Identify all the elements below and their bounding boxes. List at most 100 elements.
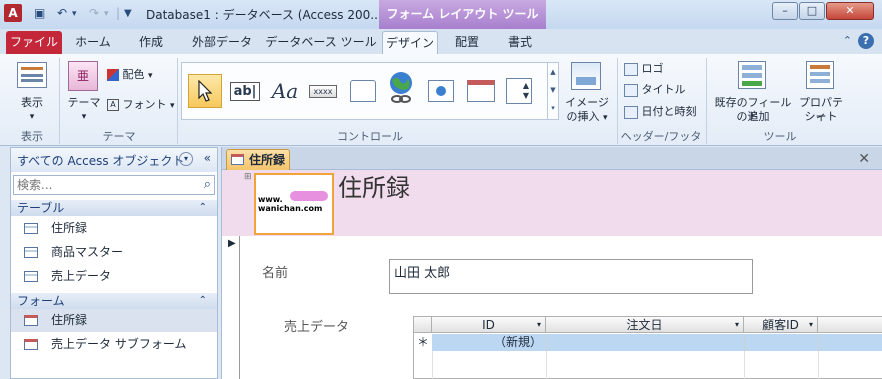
tab-create[interactable]: 作成 (124, 31, 178, 54)
tab-home[interactable]: ホーム (66, 31, 120, 54)
select-pointer-icon[interactable] (188, 74, 222, 108)
navigation-frame (467, 80, 495, 102)
view-button[interactable]: 表示 (12, 96, 52, 110)
gallery-more-icon[interactable]: ▾ (548, 99, 558, 117)
access-app-icon[interactable]: A (4, 4, 22, 22)
nav-section-tables[interactable]: テーブル ⌃ (11, 200, 217, 216)
property-sheet-icon[interactable] (806, 61, 834, 89)
nav-pane-header[interactable]: すべての Access オブジェクト ▾ « (11, 148, 217, 172)
add-existing-fields-icon[interactable] (738, 61, 766, 89)
redo-dropdown-icon[interactable]: ▾ (104, 9, 109, 19)
divider (177, 58, 178, 144)
logo-text-2: wanichan.com (258, 204, 323, 213)
label-control-icon[interactable]: Aa (268, 74, 302, 108)
search-icon[interactable]: ⌕ (204, 177, 211, 192)
form-logo[interactable]: www. wanichan.com (254, 173, 334, 235)
table-icon (24, 247, 38, 258)
column-header-id[interactable]: ID ▾ (432, 317, 546, 333)
gallery-scroll[interactable]: ▲ ▼ ▾ (547, 63, 558, 119)
controls-gallery: ab| Aa xxxx ▲ ▼ ▲ ▼ ▾ (181, 62, 559, 120)
maximize-button[interactable]: □ (799, 2, 825, 20)
divider (59, 58, 60, 144)
form-title[interactable]: 住所録 (338, 168, 410, 203)
button-control-icon[interactable]: xxxx (306, 74, 340, 108)
add-existing-fields-label2[interactable]: の追加 (710, 110, 796, 124)
undo-icon[interactable]: ↶ (57, 6, 67, 20)
property-row-2 (810, 72, 830, 76)
new-row-order-date[interactable] (546, 334, 744, 351)
new-row-id[interactable]: （新規） (432, 334, 546, 351)
sort-dropdown-icon[interactable]: ▾ (809, 317, 813, 333)
tab-arrange[interactable]: 配置 (442, 31, 492, 54)
hyperlink-control-icon[interactable] (384, 71, 418, 105)
title-button[interactable]: タイトル (624, 81, 686, 97)
shutter-bar-close-icon[interactable]: « (204, 151, 211, 165)
theme-dropdown-icon[interactable]: ▾ (64, 110, 104, 124)
new-row-customer-id[interactable] (744, 334, 818, 351)
globe-icon (436, 86, 446, 96)
collapse-forms-icon[interactable]: ⌃ (199, 293, 207, 309)
navigation-control-icon[interactable] (464, 74, 498, 108)
datetime-label: 日付と時刻 (641, 105, 697, 118)
nav-item-table-addressbook[interactable]: 住所録 (11, 217, 217, 240)
insert-image-label[interactable]: イメージ (560, 96, 614, 110)
nav-item-label: 売上データ サブフォーム (51, 337, 187, 351)
tab-format[interactable]: 書式 (495, 31, 545, 54)
tab-file[interactable]: ファイル (6, 31, 62, 54)
datetime-button[interactable]: 日付と時刻 (624, 103, 697, 119)
nav-item-table-products[interactable]: 商品マスター (11, 241, 217, 264)
fonts-button[interactable]: A フォント ▾ (107, 96, 175, 112)
sort-dropdown-icon[interactable]: ▾ (537, 317, 541, 333)
column-header-order-date[interactable]: 注文日 ▾ (546, 317, 744, 333)
tab-external-data[interactable]: 外部データ (182, 31, 262, 54)
grid-line (744, 351, 745, 379)
close-window-button[interactable]: ✕ (826, 2, 874, 20)
nav-item-label: 住所録 (51, 221, 88, 235)
insert-image-label2[interactable]: の挿入 ▾ (560, 110, 614, 125)
web-browser-control-icon[interactable] (424, 74, 458, 108)
option-group-control-icon[interactable]: ▲ ▼ (502, 74, 536, 108)
help-icon[interactable]: ? (858, 33, 874, 49)
crocodile-logo-icon (290, 191, 328, 201)
column-header-customer-id[interactable]: 顧客ID ▾ (744, 317, 818, 333)
view-icon[interactable] (17, 62, 47, 88)
logo-button[interactable]: ロゴ (624, 60, 664, 76)
sort-dropdown-icon[interactable]: ▾ (735, 317, 739, 333)
redo-icon[interactable]: ↷ (89, 6, 99, 20)
insert-image-icon[interactable] (571, 62, 601, 90)
theme-icon[interactable]: 亜 (68, 61, 98, 91)
nav-section-tables-label: テーブル (17, 201, 65, 215)
nav-item-table-sales[interactable]: 売上データ (11, 265, 217, 288)
nav-search-box[interactable]: ⌕ (13, 175, 215, 195)
sales-subform[interactable]: ID ▾ 注文日 ▾ 顧客ID ▾ ＊ （新規） (413, 316, 882, 379)
nav-item-form-sales-subform[interactable]: 売上データ サブフォーム (11, 333, 217, 356)
nav-section-forms[interactable]: フォーム ⌃ (11, 293, 217, 309)
minimize-button[interactable]: – (772, 2, 798, 20)
tab-control-icon[interactable] (346, 74, 380, 108)
tab-design[interactable]: デザイン (382, 31, 438, 54)
undo-dropdown-icon[interactable]: ▾ (72, 9, 77, 19)
theme-button[interactable]: テーマ (64, 96, 104, 110)
property-sheet-label2[interactable]: シート (796, 110, 846, 124)
table-icon (24, 223, 38, 234)
name-field[interactable]: 山田 太郎 (389, 259, 753, 294)
collapse-ribbon-icon[interactable]: ⌃ (843, 34, 852, 47)
nav-menu-dropdown-icon[interactable]: ▾ (179, 152, 193, 166)
save-icon[interactable]: ▣ (34, 6, 45, 20)
nav-item-form-addressbook[interactable]: 住所録 (11, 309, 217, 332)
document-tab-addressbook[interactable]: 住所録 (226, 149, 290, 170)
collapse-tables-icon[interactable]: ⌃ (199, 200, 207, 216)
tab-database-tools[interactable]: データベース ツール (265, 31, 377, 54)
subform-select-all[interactable] (414, 317, 432, 333)
layout-move-handle-icon[interactable]: ⊞ (244, 172, 252, 182)
close-document-icon[interactable]: ✕ (858, 151, 870, 167)
textbox-control-icon[interactable]: ab| (228, 74, 262, 108)
record-selector[interactable]: ▶ (222, 236, 240, 379)
gallery-down-icon[interactable]: ▼ (548, 81, 558, 99)
customize-qa-icon[interactable]: ▼ (124, 8, 132, 19)
view-dropdown-icon[interactable]: ▾ (12, 110, 52, 124)
nav-search-input[interactable] (14, 176, 196, 194)
gallery-up-icon[interactable]: ▲ (548, 63, 558, 81)
colors-button[interactable]: 配色 ▾ (107, 66, 153, 82)
colors-label: 配色 (122, 68, 145, 81)
